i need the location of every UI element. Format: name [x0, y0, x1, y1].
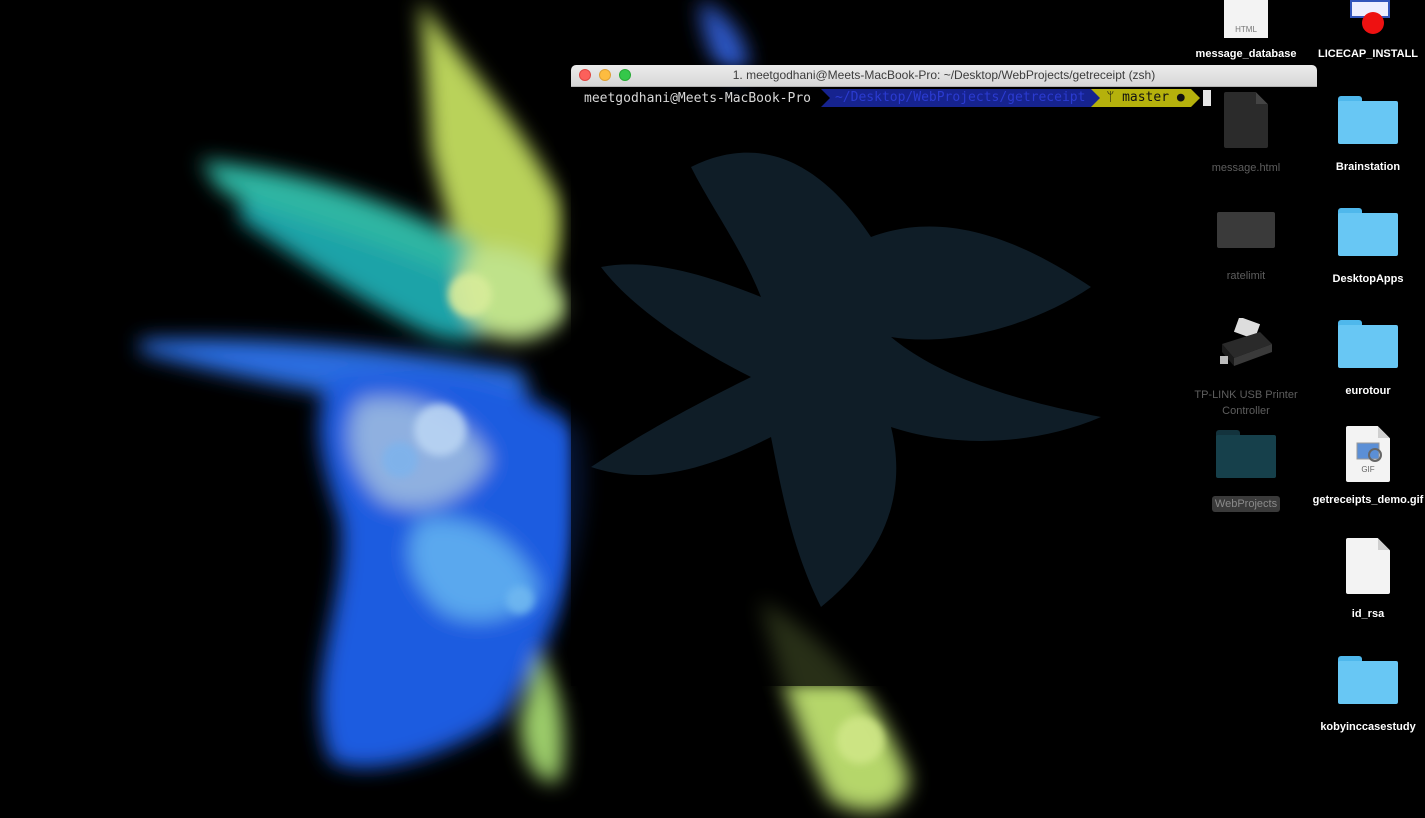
desktop-icon-getreceipts-demo-gif[interactable]: GIF getreceipts_demo.gif	[1308, 426, 1425, 508]
close-window-button[interactable]	[579, 69, 591, 81]
folder-icon	[1338, 96, 1398, 144]
file-icon	[1217, 212, 1275, 248]
shell-prompt[interactable]: meetgodhani@Meets-MacBook-Pro ~/Desktop/…	[584, 89, 1211, 107]
gif-file-icon: GIF	[1346, 426, 1390, 482]
prompt-directory-segment: ~/Desktop/WebProjects/getreceipt	[820, 89, 1092, 107]
git-branch-icon: ᛘ	[1106, 90, 1115, 105]
desktop-icon-ratelimit[interactable]: ratelimit	[1186, 202, 1306, 284]
desktop-icon-printer-controller[interactable]: TP-LINK USB Printer Controller	[1186, 316, 1306, 419]
desktop-icon-licecap-install[interactable]: LICECAP_INSTALL	[1308, 0, 1425, 62]
prompt-directory: ~/Desktop/WebProjects/getreceipt	[834, 90, 1086, 105]
desktop-icon-desktopapps[interactable]: DesktopApps	[1308, 208, 1425, 287]
document-icon	[1224, 92, 1268, 148]
printer-icon	[1220, 316, 1272, 366]
prompt-branch: master	[1122, 90, 1170, 105]
desktop-icon-brainstation[interactable]: Brainstation	[1308, 96, 1425, 175]
document-icon	[1346, 538, 1390, 594]
desktop-icon-kobyinccasestudy[interactable]: kobyinccasestudy	[1308, 656, 1425, 735]
powerline-separator-icon	[1091, 89, 1101, 107]
folder-icon	[1338, 320, 1398, 368]
folder-icon	[1216, 430, 1276, 478]
window-title: 1. meetgodhani@Meets-MacBook-Pro: ~/Desk…	[732, 68, 1156, 82]
desktop-icon-eurotour[interactable]: eurotour	[1308, 320, 1425, 399]
folder-icon	[1338, 208, 1398, 256]
prompt-git-segment: ᛘ master ●	[1100, 89, 1191, 107]
folder-icon	[1338, 656, 1398, 704]
powerline-separator-icon	[820, 89, 830, 107]
zoom-window-button[interactable]	[619, 69, 631, 81]
window-controls	[579, 69, 631, 81]
desktop-icon-webprojects[interactable]: WebProjects	[1186, 430, 1306, 512]
prompt-user-segment: meetgodhani@Meets-MacBook-Pro	[584, 90, 811, 106]
desktop-icon-id-rsa[interactable]: id_rsa	[1308, 538, 1425, 622]
image-preview-icon	[1356, 442, 1382, 462]
html-file-icon: HTML	[1224, 0, 1268, 38]
desktop-icon-message-html[interactable]: message.html	[1186, 92, 1306, 176]
terminal-titlebar[interactable]: 1. meetgodhani@Meets-MacBook-Pro: ~/Desk…	[571, 65, 1317, 87]
installer-icon	[1346, 0, 1390, 38]
git-dirty-indicator: ●	[1176, 90, 1185, 105]
desktop-icon-message-database[interactable]: HTML message_database	[1186, 0, 1306, 62]
minimize-window-button[interactable]	[599, 69, 611, 81]
